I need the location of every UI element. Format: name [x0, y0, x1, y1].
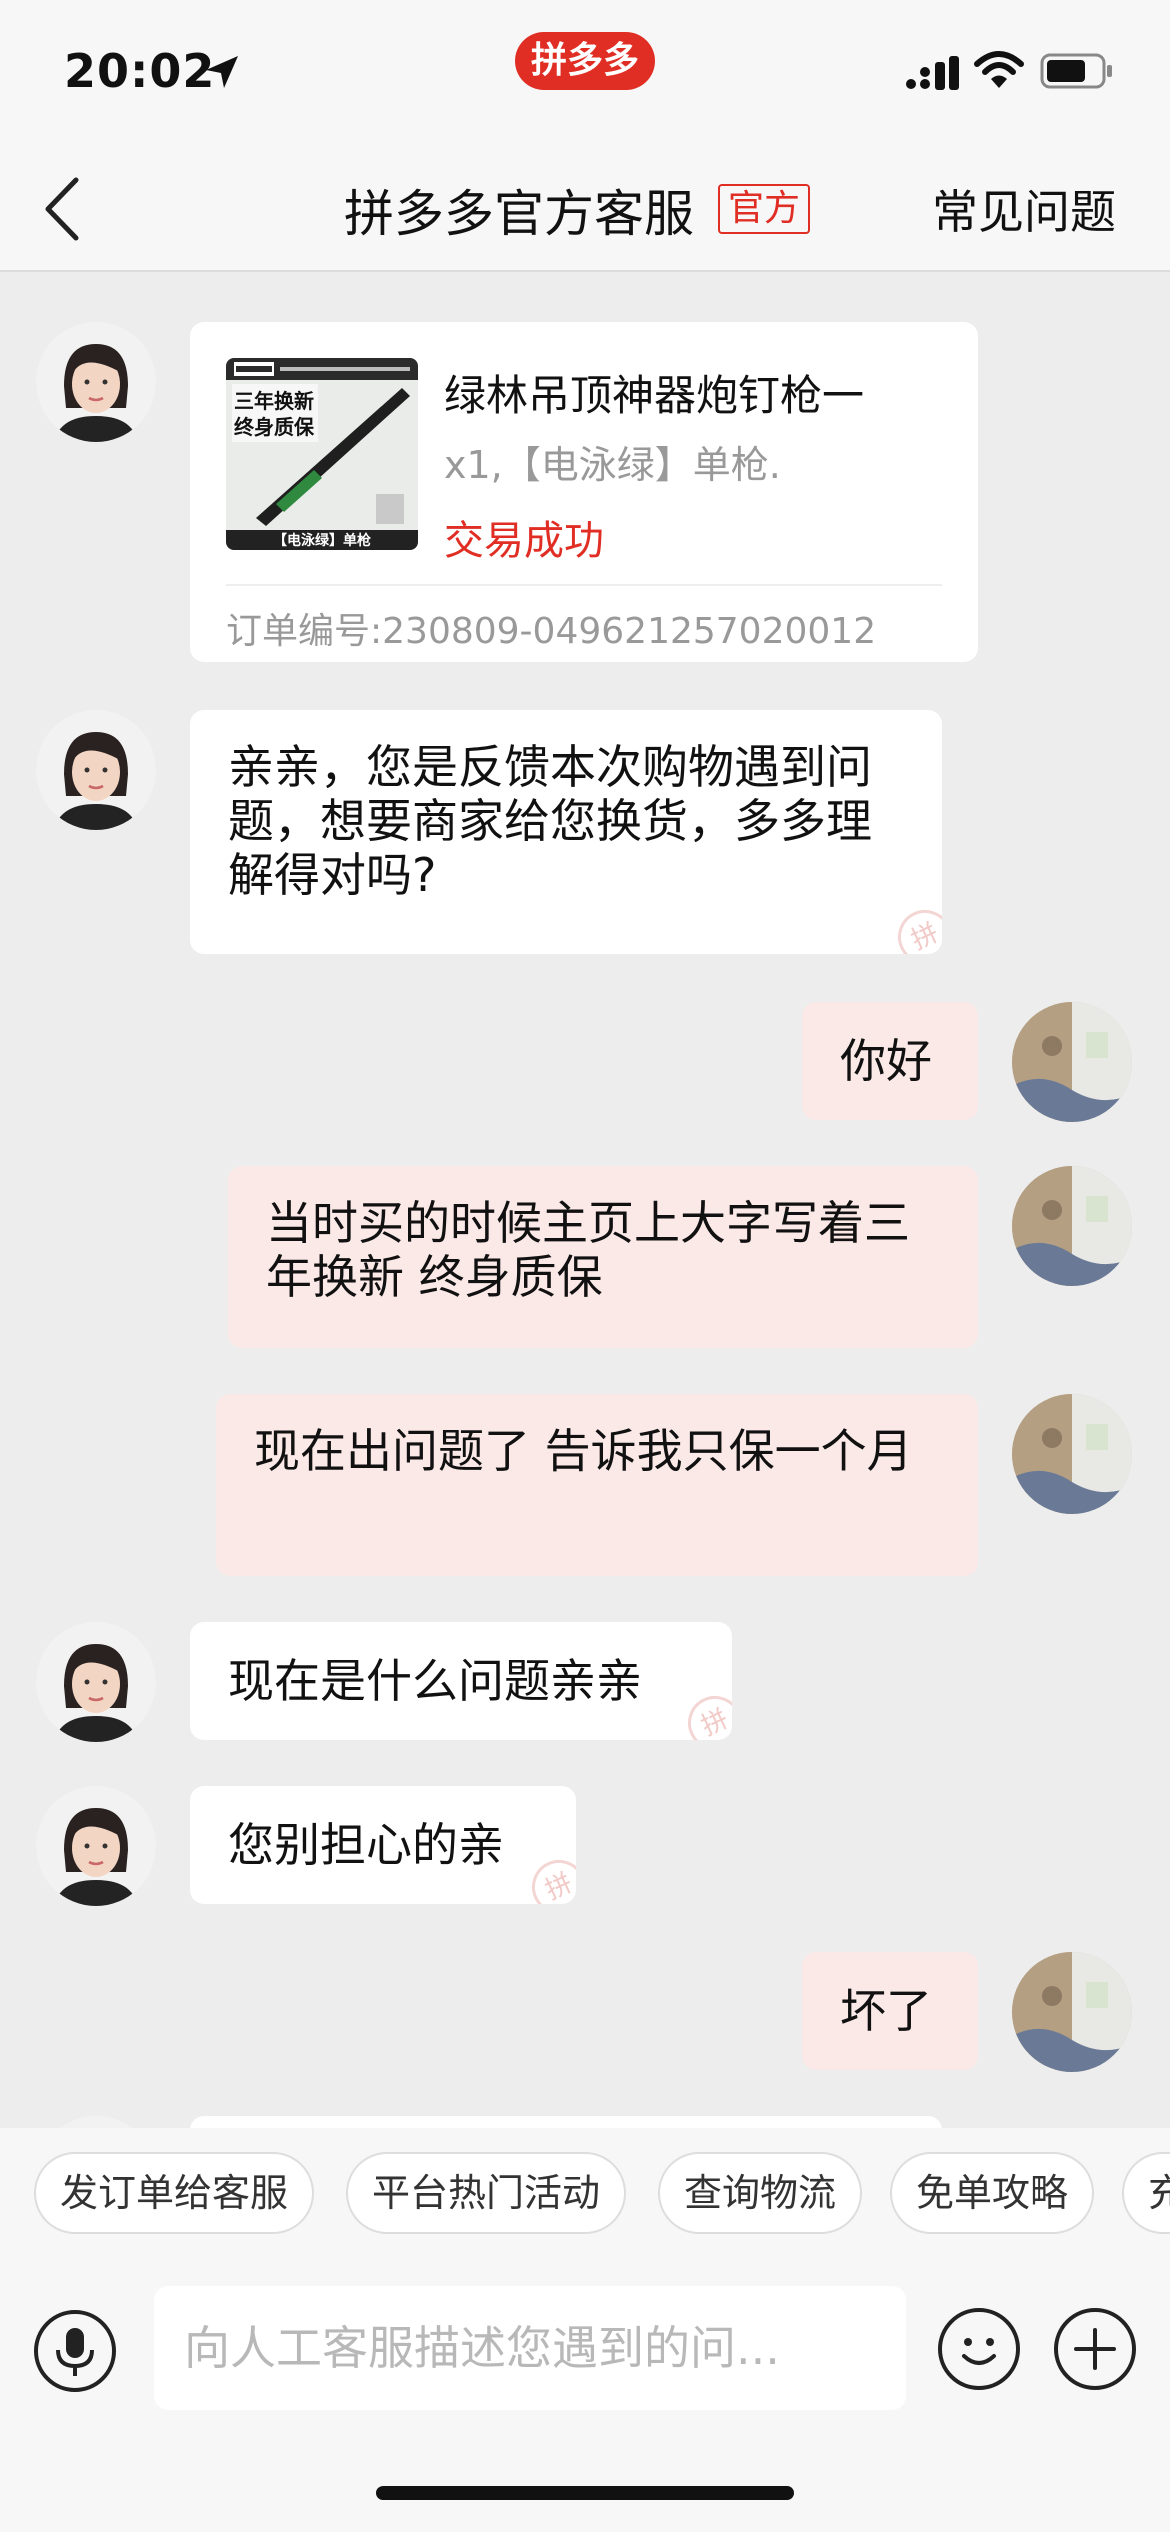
- order-status: 交易成功: [444, 518, 604, 564]
- user-avatar[interactable]: [1012, 1394, 1132, 1514]
- microphone-icon: [56, 2328, 94, 2376]
- message-bubble-agent[interactable]: 现在是什么问题亲亲 拼: [190, 1622, 732, 1740]
- message-bubble-agent[interactable]: 您别担心的亲 拼: [190, 1786, 576, 1904]
- message-bubble-user[interactable]: 当时买的时候主页上大字写着三年换新 终身质保: [228, 1166, 978, 1348]
- emoji-button[interactable]: [938, 2308, 1020, 2390]
- message-text: 亲亲，您是反馈本次购物遇到问题，想要商家给您换货，多多理解得对吗?: [228, 740, 872, 902]
- agent-avatar[interactable]: [36, 710, 156, 830]
- order-number: 订单编号:230809-049621257020012: [226, 611, 877, 652]
- status-bar: 20:02 拼多多: [0, 0, 1170, 140]
- agent-avatar[interactable]: [36, 2116, 156, 2128]
- status-time: 20:02: [64, 44, 216, 98]
- voice-input-button[interactable]: [34, 2310, 116, 2392]
- cellular-signal-icon: [906, 56, 959, 90]
- battery-icon: [1040, 53, 1112, 89]
- user-avatar[interactable]: [1012, 1952, 1132, 2072]
- message-text: 你好: [840, 1034, 932, 1088]
- official-badge: 官方: [718, 184, 811, 234]
- user-avatar[interactable]: [1012, 1002, 1132, 1122]
- message-input[interactable]: [154, 2286, 906, 2410]
- quick-reply-hot-activities[interactable]: 平台热门活动: [346, 2152, 627, 2234]
- nav-bar: 拼多多官方客服 官方 常见问题: [0, 140, 1170, 272]
- message-text: 现在出问题了 告诉我只保一个月: [254, 1424, 913, 1478]
- message-bubble-user[interactable]: 现在出问题了 告诉我只保一个月: [216, 1394, 978, 1576]
- chat-area[interactable]: 【电泳绿】单枪 三年换新 终身质保 绿林吊顶神器炮钉枪一 x1,【电泳绿】单枪.…: [0, 274, 1170, 2128]
- back-chevron-icon[interactable]: [38, 174, 88, 244]
- quick-reply-bar[interactable]: 发订单给客服 平台热门活动 查询物流 免单攻略 充: [0, 2128, 1170, 2268]
- product-image-headline: 三年换新: [234, 389, 314, 413]
- wifi-icon: [974, 51, 1024, 88]
- product-spec: x1,【电泳绿】单枪.: [444, 443, 781, 487]
- product-image[interactable]: 【电泳绿】单枪 三年换新 终身质保: [226, 358, 418, 550]
- product-title[interactable]: 绿林吊顶神器炮钉枪一: [444, 362, 864, 423]
- faq-link[interactable]: 常见问题: [932, 176, 1116, 242]
- app-badge: 拼多多: [515, 32, 655, 90]
- smiley-icon: [962, 2338, 996, 2365]
- quick-reply-free-order-guide[interactable]: 免单攻略: [890, 2152, 1095, 2234]
- brand-watermark-icon: 拼: [889, 901, 942, 954]
- more-actions-button[interactable]: [1054, 2308, 1136, 2390]
- user-avatar[interactable]: [1012, 1166, 1132, 1286]
- message-text: 坏了: [840, 1984, 932, 2038]
- page-title: 拼多多官方客服: [344, 185, 694, 243]
- location-arrow-icon: [206, 56, 238, 88]
- message-bubble-agent[interactable]: 亲亲，您是反馈本次购物遇到问题，想要商家给您换货，多多理解得对吗? 拼: [190, 710, 942, 954]
- agent-avatar[interactable]: [36, 322, 156, 442]
- message-bubble-user[interactable]: 你好: [802, 1002, 978, 1120]
- quick-reply-recharge[interactable]: 充: [1122, 2152, 1170, 2234]
- home-indicator: [376, 2486, 794, 2500]
- card-divider: [226, 584, 942, 586]
- order-card[interactable]: 【电泳绿】单枪 三年换新 终身质保 绿林吊顶神器炮钉枪一 x1,【电泳绿】单枪.…: [190, 322, 978, 662]
- message-text: 您别担心的亲: [228, 1818, 504, 1872]
- quick-reply-track-logistics[interactable]: 查询物流: [658, 2152, 863, 2234]
- agent-avatar[interactable]: [36, 1622, 156, 1742]
- message-text: 当时买的时候主页上大字写着三年换新 终身质保: [266, 1196, 910, 1304]
- product-image-subheadline: 终身质保: [234, 415, 315, 439]
- quick-reply-send-order[interactable]: 发订单给客服: [34, 2152, 315, 2234]
- agent-avatar[interactable]: [36, 1786, 156, 1906]
- plus-icon: [1074, 2328, 1116, 2370]
- product-image-caption: 【电泳绿】单枪: [273, 532, 371, 549]
- message-text: 现在是什么问题亲亲: [228, 1654, 642, 1708]
- message-bubble-user[interactable]: 坏了: [802, 1952, 978, 2070]
- message-bubble-agent[interactable]: [190, 2116, 942, 2128]
